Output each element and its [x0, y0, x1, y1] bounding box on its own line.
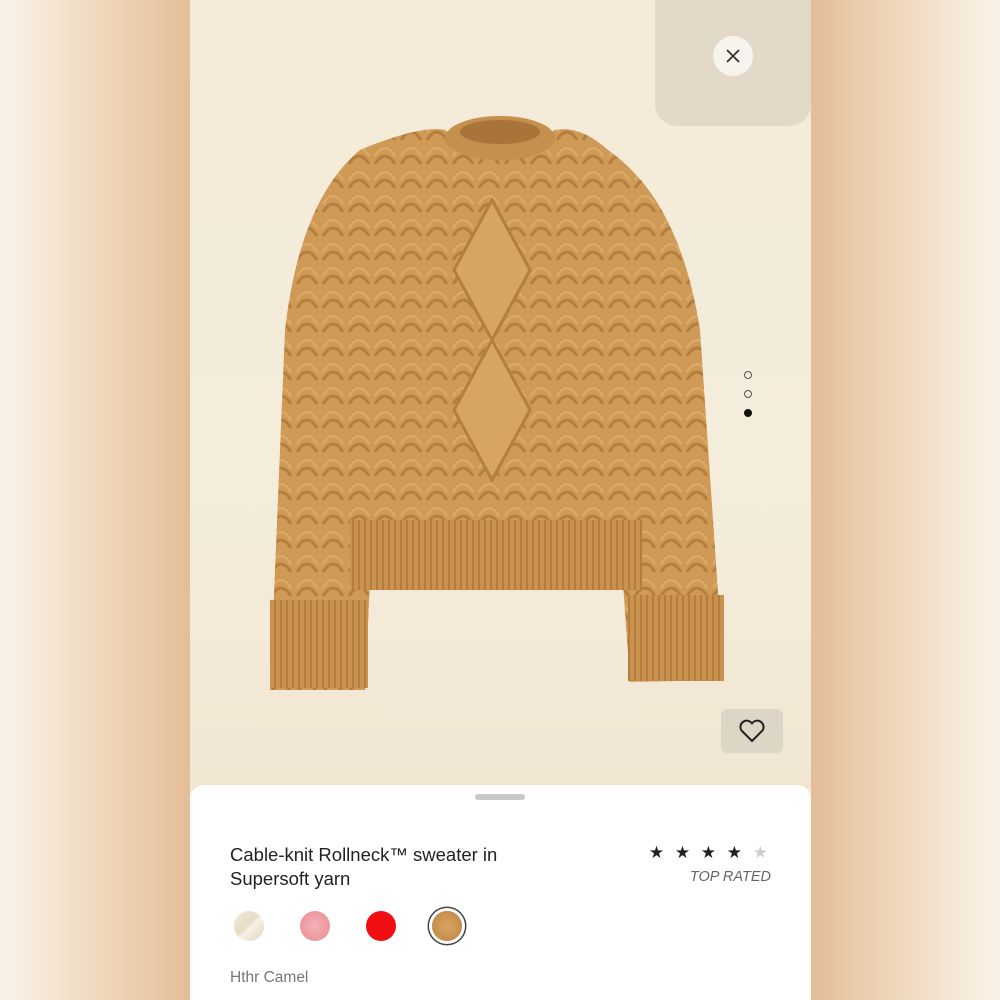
sheet-drag-handle[interactable]	[475, 794, 525, 800]
color-swatch[interactable]	[234, 911, 264, 941]
favorite-button[interactable]	[721, 709, 783, 753]
close-icon	[726, 49, 740, 63]
stars-filled: ★ ★ ★ ★	[648, 843, 746, 862]
blurred-backdrop-left	[0, 0, 190, 1000]
color-swatch[interactable]	[432, 911, 462, 941]
close-button[interactable]	[713, 36, 753, 76]
top-rated-badge: TOP RATED	[689, 869, 771, 885]
product-image[interactable]	[190, 0, 811, 790]
selected-color-name: Hthr Camel	[230, 969, 309, 986]
color-swatch[interactable]	[366, 911, 396, 941]
carousel-dot-active[interactable]	[744, 409, 752, 417]
color-swatches	[234, 911, 498, 941]
stars-empty: ★	[752, 843, 771, 862]
carousel-dot[interactable]	[744, 390, 752, 398]
carousel-dot[interactable]	[744, 371, 752, 379]
product-info-sheet: Cable-knit Rollneck™ sweater in Supersof…	[190, 785, 811, 1000]
product-title: Cable-knit Rollneck™ sweater in Supersof…	[230, 844, 498, 889]
product-viewer: Cable-knit Rollneck™ sweater in Supersof…	[190, 0, 811, 1000]
heart-icon	[739, 719, 765, 742]
rating-stars: ★ ★ ★ ★ ★	[649, 843, 771, 863]
carousel-indicator	[744, 371, 754, 428]
product-rating[interactable]: ★ ★ ★ ★ ★ TOP RATED	[649, 843, 771, 885]
color-swatch[interactable]	[300, 911, 330, 941]
blurred-backdrop-right	[811, 0, 1000, 1000]
